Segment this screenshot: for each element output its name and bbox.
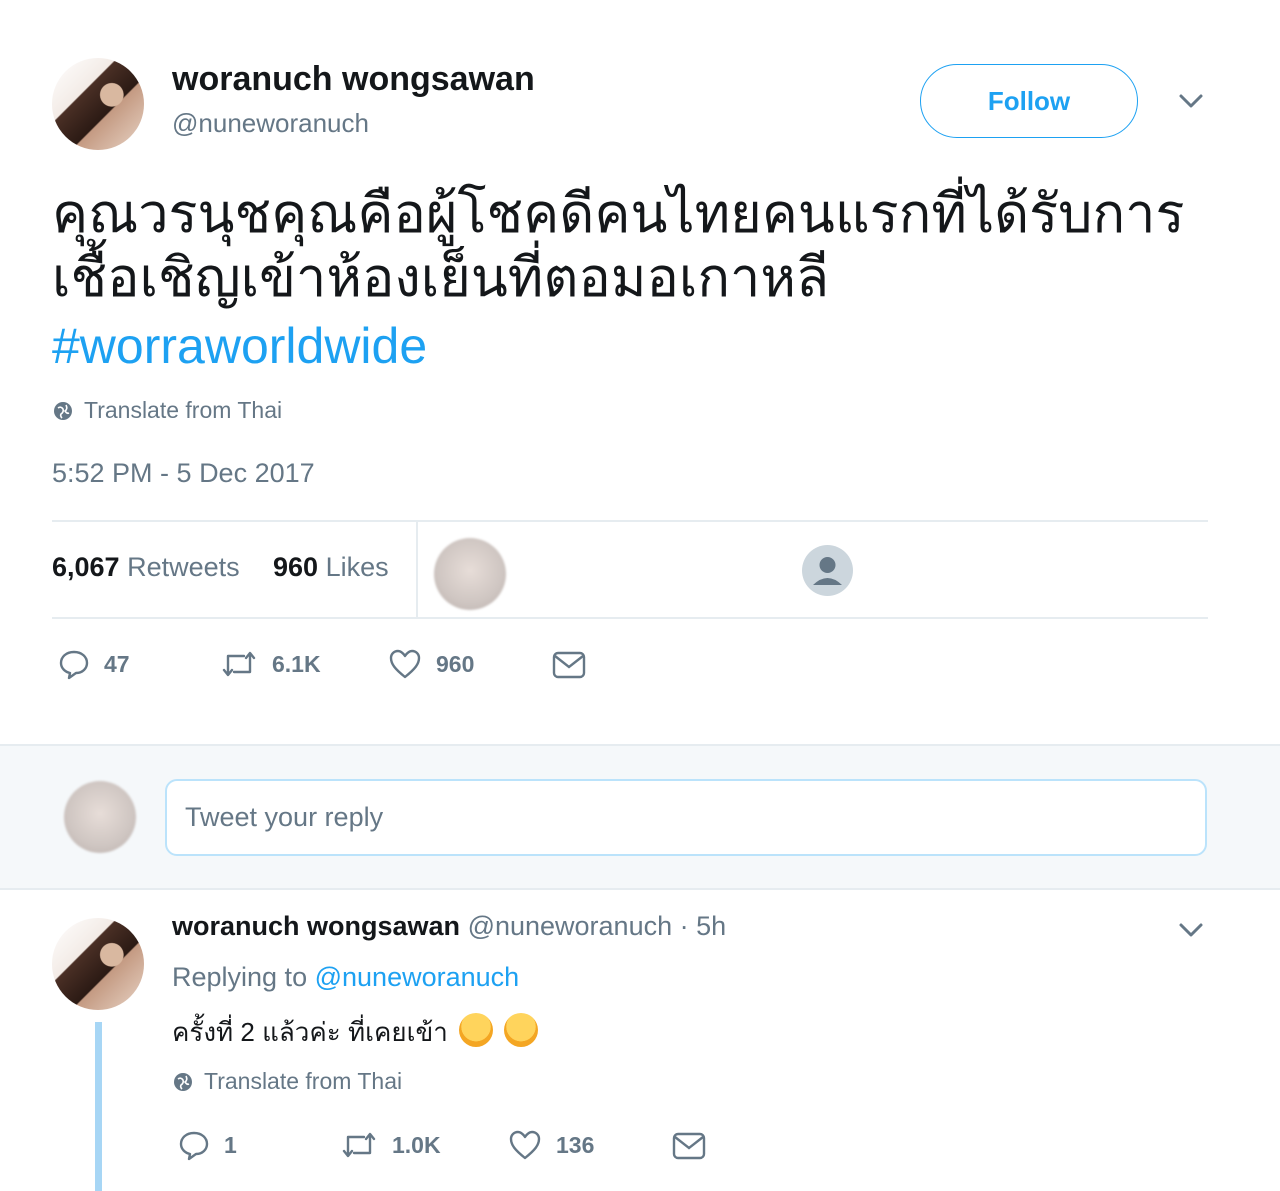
reply-translate-link[interactable]: Translate from Thai: [204, 1068, 402, 1095]
retweets-count: 6,067: [52, 552, 120, 582]
heart-icon: [389, 649, 421, 679]
hugging-face-emoji-icon: [459, 1013, 494, 1047]
reply-icon: [179, 1131, 209, 1161]
reply-reply-count: 1: [224, 1131, 237, 1158]
heart-icon: [509, 1130, 541, 1160]
retweet-action[interactable]: 6.1K: [220, 648, 321, 680]
reply-retweet-count: 1.0K: [392, 1131, 441, 1158]
reply-retweet-action[interactable]: 1.0K: [340, 1129, 441, 1161]
follow-button[interactable]: Follow: [920, 64, 1138, 138]
likes-label: Likes: [325, 552, 389, 582]
author-avatar[interactable]: [52, 58, 144, 150]
tweet-timestamp[interactable]: 5:52 PM - 5 Dec 2017: [52, 458, 315, 489]
reply-author-handle[interactable]: @nuneworanuch: [468, 911, 673, 941]
reply-text-content: ครั้งที่ 2 แล้วค่ะ ที่เคยเข้า: [172, 1017, 448, 1047]
like-count: 960: [436, 650, 475, 677]
reply-icon: [59, 650, 89, 680]
reply-like-count: 136: [556, 1131, 595, 1158]
reply-globe-icon: [172, 1071, 194, 1093]
stats-top-divider: [52, 520, 1208, 522]
retweet-count: 6.1K: [272, 650, 321, 677]
tweet-text-line-2: เชื้อเชิญเข้าห้องเย็นที่ตอมอเกาหลี: [52, 248, 830, 308]
stats-likes[interactable]: 960 Likes: [273, 552, 389, 583]
reply-like-action[interactable]: 136: [508, 1129, 594, 1161]
globe-icon: [52, 400, 74, 422]
tweet-text-line-1: คุณวรนุชคุณคือผู้โชคดีคนไทยคนแรกที่ได้รั…: [52, 184, 1185, 244]
reply-chevron-down-icon[interactable]: [1176, 917, 1206, 943]
like-action[interactable]: 960: [388, 648, 474, 680]
liker-avatar[interactable]: [434, 538, 506, 610]
hugging-face-emoji-icon: [504, 1013, 539, 1047]
reply-input[interactable]: Tweet your reply: [165, 779, 1207, 856]
reply-text: ครั้งที่ 2 แล้วค่ะ ที่เคยเข้า: [172, 1012, 539, 1053]
reply-author-name[interactable]: woranuch wongsawan: [172, 911, 460, 941]
reply-author-avatar[interactable]: [52, 918, 144, 1010]
reply-header: woranuch wongsawan @nuneworanuch · 5h: [172, 911, 726, 942]
retweet-icon: [342, 1132, 376, 1158]
replying-to-label: Replying to: [172, 962, 308, 992]
author-display-name[interactable]: woranuch wongsawan: [172, 60, 535, 99]
reply-count: 47: [104, 650, 130, 677]
reply-message-icon[interactable]: [672, 1131, 706, 1161]
retweets-label: Retweets: [127, 552, 240, 582]
message-icon[interactable]: [552, 650, 586, 680]
stats-vertical-divider: [416, 522, 418, 618]
thread-line: [95, 1022, 102, 1191]
reply-time[interactable]: · 5h: [680, 911, 727, 941]
author-handle[interactable]: @nuneworanuch: [172, 108, 369, 139]
hashtag-link[interactable]: #worraworldwide: [52, 316, 427, 376]
reply-action[interactable]: 47: [58, 648, 130, 680]
chevron-down-icon[interactable]: [1176, 88, 1206, 114]
stats-bottom-divider: [52, 617, 1208, 619]
current-user-avatar[interactable]: [64, 781, 136, 853]
reply-reply-action[interactable]: 1: [178, 1129, 237, 1161]
liker-avatar-default[interactable]: [802, 545, 853, 596]
replying-to: Replying to @nuneworanuch: [172, 962, 519, 993]
retweet-icon: [222, 651, 256, 677]
replying-to-handle[interactable]: @nuneworanuch: [315, 962, 520, 992]
translate-link[interactable]: Translate from Thai: [84, 397, 282, 424]
likes-count: 960: [273, 552, 319, 582]
stats-retweets[interactable]: 6,067 Retweets: [52, 552, 240, 583]
